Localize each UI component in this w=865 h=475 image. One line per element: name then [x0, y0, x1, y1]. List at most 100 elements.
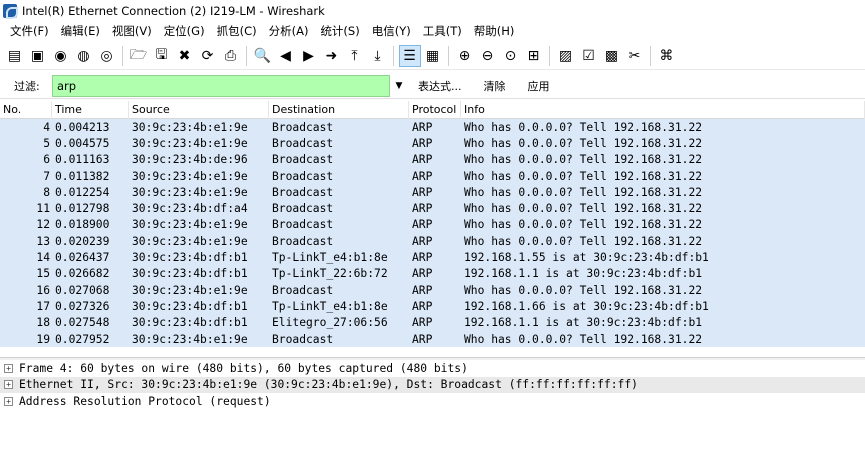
coloring-rules-icon[interactable]: ▩ — [601, 45, 623, 67]
detail-tree-item[interactable]: + Frame 4: 60 bytes on wire (480 bits), 6… — [0, 360, 865, 377]
table-cell: 30:9c:23:4b:e1:9e — [132, 234, 248, 248]
zoom-out-icon[interactable]: ⊖ — [477, 45, 499, 67]
find-packet-icon[interactable]: 🔍 — [252, 45, 274, 67]
capture-start-icon[interactable]: ◉ — [50, 45, 72, 67]
resize-columns-icon[interactable]: ⊞ — [523, 45, 545, 67]
go-first-icon[interactable]: ⤒ — [344, 45, 366, 67]
detail-tree-item[interactable]: + Ethernet II, Src: 30:9c:23:4b:e1:9e (30… — [0, 376, 865, 393]
expand-plus-icon[interactable]: + — [4, 363, 13, 373]
save-file-icon[interactable]: 🖫 — [151, 45, 173, 67]
table-cell: 30:9c:23:4b:e1:9e — [132, 185, 248, 199]
table-cell: 0.011382 — [55, 169, 110, 183]
table-cell: 0.004575 — [55, 136, 110, 150]
packet-list-header: No. Time Source Destination Protocol Info — [0, 101, 865, 119]
table-cell: Broadcast — [272, 120, 334, 134]
zoom-normal-icon[interactable]: ⊙ — [500, 45, 522, 67]
toolbar-separator — [549, 45, 550, 66]
menu-item-4[interactable]: 抓包(C) — [211, 23, 263, 39]
table-cell: 0.027548 — [55, 316, 110, 330]
table-cell: 4 — [43, 120, 50, 134]
display-filter-input[interactable] — [52, 74, 390, 97]
filter-expression-button[interactable]: 表达式... — [408, 78, 472, 94]
table-cell: 30:9c:23:4b:df:b1 — [132, 316, 248, 330]
filter-clear-button[interactable]: 清除 — [474, 78, 516, 94]
table-row[interactable]: 12 0.018900 30:9c:23:4b:e1:9e Broadcast ARP W… — [0, 216, 865, 234]
table-row[interactable]: 16 0.027068 30:9c:23:4b:e1:9e Broadcast ARP W… — [0, 281, 865, 299]
expand-plus-icon[interactable]: + — [4, 380, 13, 390]
table-cell: 8 — [43, 185, 50, 199]
table-cell: Who has 0.0.0.0? Tell 192.168.31.22 — [464, 218, 703, 232]
expand-plus-icon[interactable]: + — [4, 396, 13, 406]
wireshark-logo-icon — [3, 3, 18, 19]
table-row[interactable]: 13 0.020239 30:9c:23:4b:e1:9e Broadcast ARP W… — [0, 233, 865, 250]
interfaces-icon[interactable]: ▤ — [4, 45, 26, 67]
menu-item-9[interactable]: 帮助(H) — [468, 23, 521, 39]
table-row[interactable]: 17 0.027326 30:9c:23:4b:df:b1 Tp-LinkT_e4:b… — [0, 298, 865, 315]
table-row[interactable]: 5 0.004575 30:9c:23:4b:e1:9e Broadcast ARP Wh… — [0, 135, 865, 152]
main-toolbar: ▤ ▣ ◉ ◍ ◎ 🗁 🖫 ✖ ⟳ ⎙ 🔍 ◀ ▶ ➜ ⤒ ⤓ ☰ ▦ ⊕ ⊖ ⊙ ⊞ ▨ ☑ ▩ ✂ ⌘ — [0, 42, 865, 70]
table-row[interactable]: 7 0.011382 30:9c:23:4b:e1:9e Broadcast ARP Wh… — [0, 167, 865, 185]
reload-icon[interactable]: ⟳ — [197, 45, 219, 67]
open-file-icon[interactable]: 🗁 — [128, 45, 150, 67]
table-row[interactable]: 11 0.012798 30:9c:23:4b:df:a4 Broadcast ARP W… — [0, 200, 865, 217]
table-cell: 192.168.1.55 is at 30:9c:23:4b:df:b1 — [464, 251, 709, 265]
column-header[interactable]: Source — [129, 101, 269, 119]
detail-tree-item[interactable]: + Address Resolution Protocol (request) — [0, 393, 865, 410]
table-row[interactable]: 15 0.026682 30:9c:23:4b:df:b1 Tp-LinkT_22:6… — [0, 265, 865, 282]
column-header[interactable]: Time — [52, 101, 129, 119]
menu-item-2[interactable]: 视图(V) — [106, 23, 158, 39]
filter-apply-button[interactable]: 应用 — [518, 78, 560, 94]
display-filters-icon[interactable]: ☑ — [578, 45, 600, 67]
go-back-icon[interactable]: ◀ — [275, 45, 297, 67]
table-cell: ARP — [412, 332, 433, 346]
zoom-in-icon[interactable]: ⊕ — [454, 45, 476, 67]
menu-item-3[interactable]: 定位(G) — [158, 23, 211, 39]
table-row[interactable]: 4 0.004213 30:9c:23:4b:e1:9e Broadcast ARP Wh… — [0, 119, 865, 136]
table-cell: 30:9c:23:4b:e1:9e — [132, 169, 248, 183]
table-row[interactable]: 14 0.026437 30:9c:23:4b:df:b1 Tp-LinkT_e4:b… — [0, 249, 865, 266]
table-cell: Who has 0.0.0.0? Tell 192.168.31.22 — [464, 332, 703, 346]
preferences-icon[interactable]: ✂ — [624, 45, 646, 67]
table-row[interactable]: 19 0.027952 30:9c:23:4b:e1:9e Broadcast ARP W… — [0, 330, 865, 348]
table-cell: Who has 0.0.0.0? Tell 192.168.31.22 — [464, 169, 703, 183]
table-cell: Broadcast — [272, 169, 334, 183]
menu-item-8[interactable]: 工具(T) — [417, 23, 468, 39]
table-cell: 11 — [36, 202, 50, 216]
column-header[interactable]: Destination — [269, 101, 409, 119]
table-row[interactable]: 18 0.027548 30:9c:23:4b:df:b1 Elitegro_27:0… — [0, 314, 865, 331]
go-to-packet-icon[interactable]: ➜ — [321, 45, 343, 67]
table-cell: 192.168.1.66 is at 30:9c:23:4b:df:b1 — [464, 299, 709, 313]
capture-filters-icon[interactable]: ▨ — [555, 45, 577, 67]
go-forward-icon[interactable]: ▶ — [298, 45, 320, 67]
menu-item-5[interactable]: 分析(A) — [263, 23, 315, 39]
colorize-icon[interactable]: ☰ — [398, 44, 421, 67]
table-cell: 14 — [36, 251, 50, 265]
table-row[interactable]: 6 0.011163 30:9c:23:4b:de:96 Broadcast ARP Wh… — [0, 151, 865, 168]
table-cell: ARP — [412, 316, 433, 330]
table-cell: 6 — [43, 153, 50, 167]
menu-item-1[interactable]: 编辑(E) — [55, 23, 106, 39]
toolbar-separator — [246, 45, 247, 66]
table-row[interactable]: 8 0.012254 30:9c:23:4b:e1:9e Broadcast ARP Wh… — [0, 184, 865, 201]
menu-item-7[interactable]: 电信(Y) — [366, 23, 417, 39]
print-icon[interactable]: ⎙ — [220, 45, 242, 67]
column-header[interactable]: Protocol — [409, 101, 461, 119]
go-last-icon[interactable]: ⤓ — [367, 45, 389, 67]
capture-options-icon[interactable]: ▣ — [27, 45, 49, 67]
capture-stop-icon[interactable]: ◍ — [73, 45, 95, 67]
column-header[interactable]: Info — [461, 101, 865, 119]
close-file-icon[interactable]: ✖ — [174, 45, 196, 67]
table-cell: Who has 0.0.0.0? Tell 192.168.31.22 — [464, 202, 703, 216]
packet-list-body: 4 0.004213 30:9c:23:4b:e1:9e Broadcast ARP Wh… — [0, 119, 865, 348]
autoscroll-icon[interactable]: ▦ — [422, 45, 444, 67]
capture-restart-icon[interactable]: ◎ — [96, 45, 118, 67]
table-cell: Broadcast — [272, 136, 334, 150]
help-icon[interactable]: ⌘ — [656, 45, 678, 67]
column-header[interactable]: No. — [0, 101, 52, 119]
table-cell: 30:9c:23:4b:e1:9e — [132, 332, 248, 346]
table-cell: 19 — [36, 332, 50, 346]
filter-history-dropdown-icon[interactable]: ▼ — [392, 81, 406, 91]
menu-item-6[interactable]: 统计(S) — [314, 23, 365, 39]
menu-item-0[interactable]: 文件(F) — [4, 23, 55, 39]
table-cell: Broadcast — [272, 218, 334, 232]
